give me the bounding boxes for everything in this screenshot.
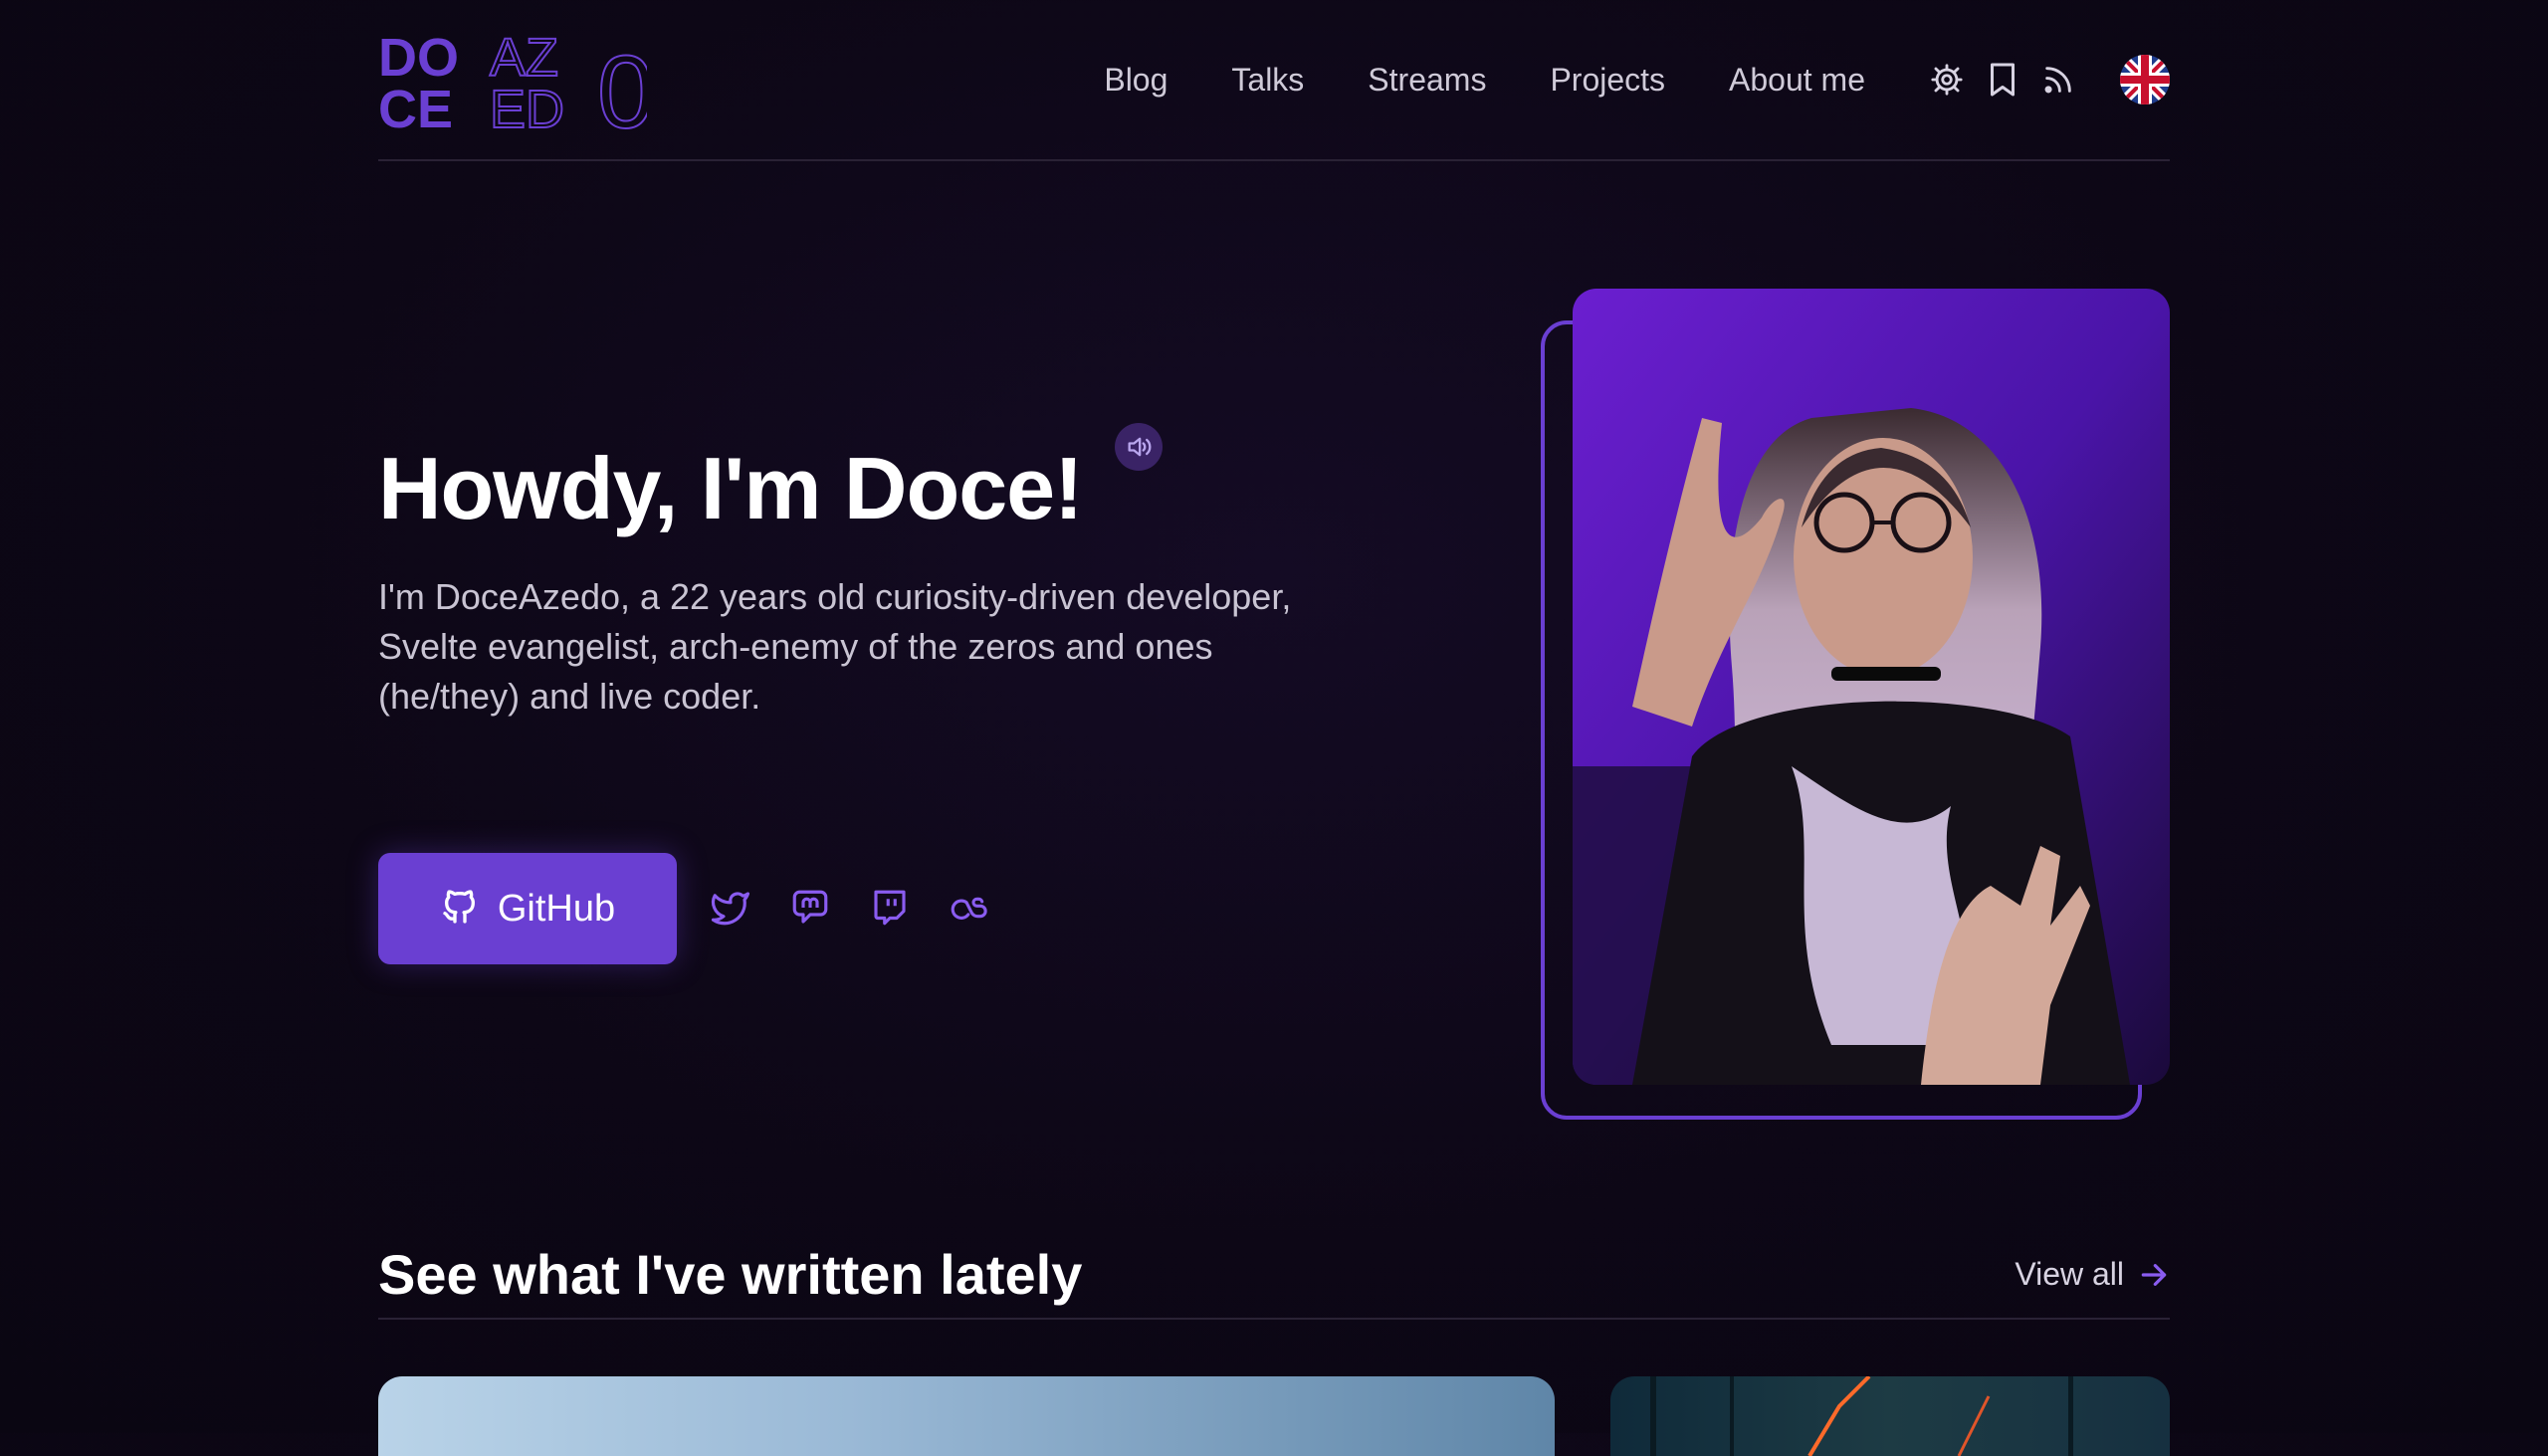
nav-blog[interactable]: Blog <box>1104 62 1168 99</box>
view-all-label: View all <box>2015 1256 2124 1292</box>
logo-text-o: 0 <box>597 35 647 131</box>
site-header: DO AZ CE ED 0 Blog Talks Streams Project… <box>378 0 2170 161</box>
uk-flag-icon[interactable] <box>2120 55 2170 104</box>
profile-photo <box>1573 289 2170 1085</box>
section-title: See what I've written lately <box>378 1243 1083 1306</box>
bookmark-icon[interactable] <box>1985 62 2020 98</box>
lastfm-icon[interactable] <box>946 884 1001 932</box>
logo-text-ce: CE <box>378 80 453 131</box>
speaker-icon[interactable] <box>1115 423 1163 471</box>
blog-card-2[interactable] <box>1610 1376 2170 1456</box>
main-nav: Blog Talks Streams Projects About me <box>1104 52 2170 107</box>
nav-about-me[interactable]: About me <box>1729 62 1865 99</box>
hero-title: Howdy, I'm Doce! <box>378 439 1083 537</box>
nav-talks[interactable]: Talks <box>1231 62 1304 99</box>
section-divider <box>378 1318 2170 1320</box>
twitch-icon[interactable] <box>866 884 914 932</box>
github-button[interactable]: GitHub <box>378 853 677 964</box>
arrow-right-icon <box>2138 1259 2170 1291</box>
logo-text-ed: ED <box>490 80 564 131</box>
twitter-icon[interactable] <box>707 884 754 932</box>
github-icon <box>440 887 480 932</box>
nav-projects[interactable]: Projects <box>1550 62 1665 99</box>
mastodon-icon[interactable] <box>786 884 834 932</box>
site-logo[interactable]: DO AZ CE ED 0 <box>378 28 647 131</box>
nav-streams[interactable]: Streams <box>1368 62 1486 99</box>
blog-card-1[interactable] <box>378 1376 1555 1456</box>
view-all-link[interactable]: View all <box>2015 1256 2170 1293</box>
hero-description: I'm DoceAzedo, a 22 years old curiosity-… <box>378 576 1292 717</box>
settings-icon[interactable] <box>1929 62 1965 98</box>
rss-icon[interactable] <box>2040 62 2076 98</box>
logo-text-az: AZ <box>490 28 558 88</box>
github-button-label: GitHub <box>497 887 616 930</box>
logo-text-do: DO <box>378 28 459 88</box>
page: DO AZ CE ED 0 Blog Talks Streams Project… <box>378 0 2170 1456</box>
